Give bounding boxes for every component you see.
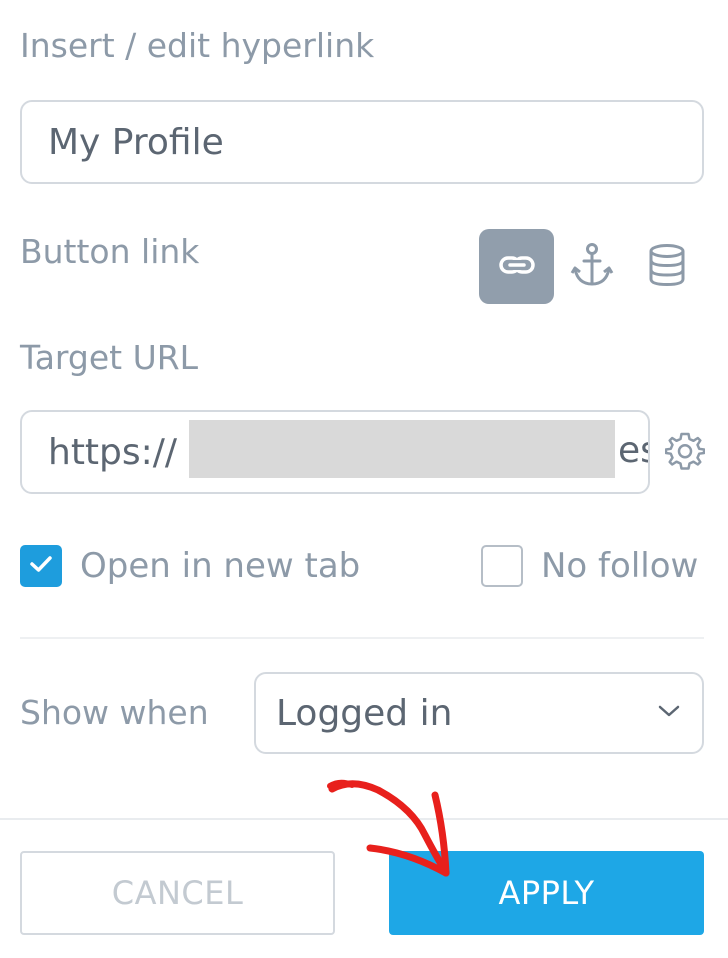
- url-settings-button[interactable]: [662, 430, 708, 476]
- database-icon: [648, 243, 686, 291]
- link-text-value: My Profile: [48, 121, 224, 163]
- checkmark-icon: [29, 554, 53, 578]
- target-url-prefix: https://: [48, 431, 178, 473]
- target-url-input[interactable]: https:// es: [20, 410, 650, 494]
- link-type-selector: [479, 229, 704, 304]
- show-when-value: Logged in: [276, 692, 453, 734]
- footer-divider: [0, 818, 728, 820]
- url-link-type-button[interactable]: [479, 229, 554, 304]
- anchor-link-type-button[interactable]: [554, 229, 629, 304]
- apply-button[interactable]: APPLY: [389, 851, 704, 935]
- no-follow-label: No follow: [541, 546, 699, 586]
- chevron-down-icon: [656, 703, 682, 723]
- gear-icon: [664, 431, 706, 475]
- target-url-tail: es: [618, 430, 648, 471]
- no-follow-checkbox[interactable]: [481, 545, 523, 587]
- cancel-button[interactable]: CANCEL: [20, 851, 335, 935]
- link-icon: [498, 255, 535, 279]
- button-link-label: Button link: [20, 232, 200, 271]
- show-when-label: Show when: [20, 693, 209, 732]
- anchor-icon: [570, 242, 614, 292]
- open-new-tab-option[interactable]: Open in new tab: [20, 543, 360, 589]
- show-when-select[interactable]: Logged in: [254, 672, 704, 754]
- no-follow-option[interactable]: No follow: [481, 543, 698, 589]
- redaction-block: [189, 420, 615, 478]
- open-new-tab-checkbox[interactable]: [20, 545, 62, 587]
- section-divider: [20, 637, 704, 639]
- target-url-label: Target URL: [20, 338, 199, 377]
- dialog-title: Insert / edit hyperlink: [20, 26, 375, 65]
- dynamic-data-type-button[interactable]: [629, 229, 704, 304]
- open-new-tab-label: Open in new tab: [80, 546, 361, 586]
- link-text-input[interactable]: My Profile: [20, 100, 704, 184]
